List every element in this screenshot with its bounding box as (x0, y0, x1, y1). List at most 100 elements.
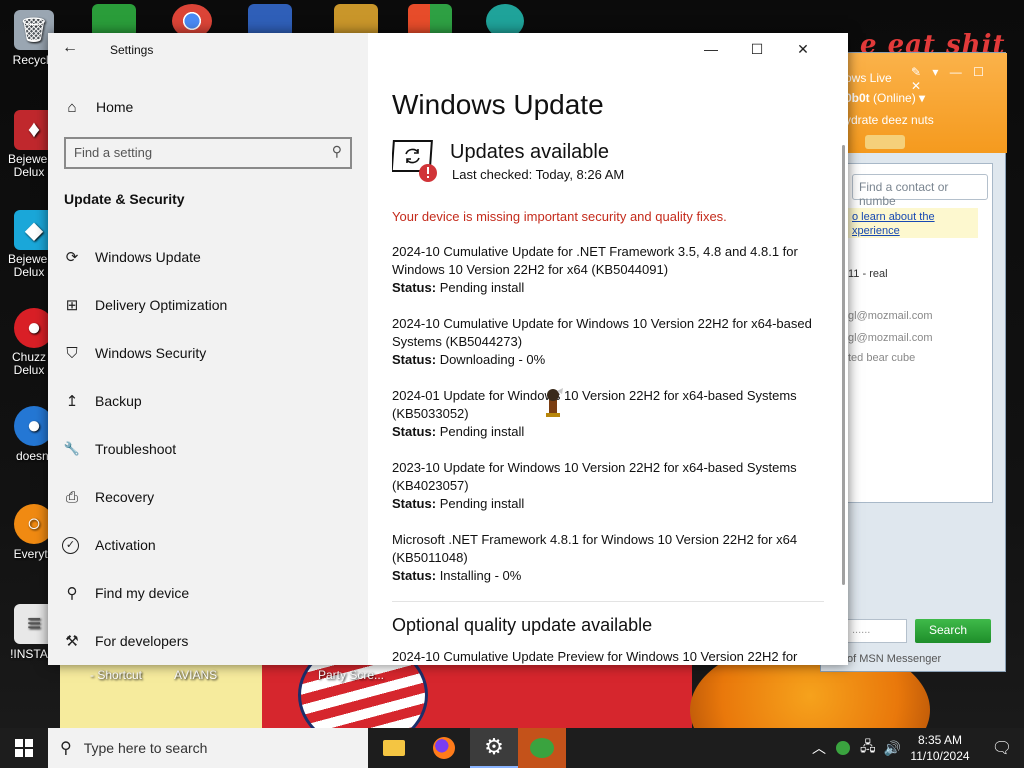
msn-title: ows Live (845, 71, 892, 85)
sidebar-item-label: Recovery (95, 489, 155, 505)
settings-sidebar: ← Settings ⌂ Home Find a setting ⚲ Updat… (48, 33, 368, 665)
cursor-character-icon (546, 388, 563, 417)
optional-update-item: 2024-10 Cumulative Update Preview for Wi… (392, 649, 798, 664)
status-value: Downloading - 0% (439, 352, 546, 367)
msn-online-status: (Online) (873, 91, 916, 105)
desktop-icon-label[interactable]: Party Scre... (318, 668, 384, 682)
msn-web-search-input[interactable]: ...... (847, 619, 907, 643)
folder-icon (383, 740, 405, 756)
msn-banner-line[interactable]: o learn about the (852, 210, 974, 224)
system-tray: ︿ 🖧 🔊 (812, 728, 901, 768)
status-value: Pending install (439, 496, 525, 511)
recovery-icon: ⎙ (65, 488, 78, 506)
nav-home[interactable]: ⌂ Home (62, 93, 133, 121)
taskbar-search-placeholder: Type here to search (83, 740, 208, 756)
update-title: 2024-01 Update for Windows 10 Version 22… (392, 388, 797, 421)
update-status: Status: Downloading - 0% (392, 351, 812, 369)
section-heading: Update & Security (64, 191, 185, 207)
desktop-icon-label[interactable]: - Shortcut (90, 668, 142, 682)
sidebar-item-for-developers[interactable]: ⚒ For developers (62, 625, 188, 657)
msn-footer: of MSN Messenger (847, 653, 942, 665)
update-title: Microsoft .NET Framework 4.8.1 for Windo… (392, 532, 798, 565)
close-button[interactable]: ✕ (780, 37, 826, 61)
notification-icon[interactable]: 🗨 (980, 728, 1024, 768)
msn-contact[interactable]: gl@mozmail.com (848, 332, 933, 344)
sidebar-item-activation[interactable]: ✓ Activation (62, 529, 156, 561)
update-item: 2023-10 Update for Windows 10 Version 22… (392, 459, 812, 513)
wrench-icon: 🔧 (63, 441, 81, 456)
status-label: Status: (392, 424, 437, 439)
msn-toolbar-icons[interactable] (865, 135, 905, 149)
sidebar-item-windows-security[interactable]: ⛉ Windows Security (62, 337, 206, 369)
update-item: Microsoft .NET Framework 4.8.1 for Windo… (392, 531, 812, 585)
update-status: Status: Installing - 0% (392, 567, 812, 585)
sidebar-item-troubleshoot[interactable]: 🔧 Troubleshoot (62, 433, 176, 465)
find-setting-placeholder: Find a setting (74, 145, 153, 160)
msn-contact[interactable]: ted bear cube (848, 352, 915, 364)
settings-window[interactable]: ← Settings ⌂ Home Find a setting ⚲ Updat… (48, 33, 848, 665)
update-item: 2024-10 Cumulative Update for .NET Frame… (392, 243, 812, 297)
status-label: Status: (392, 352, 437, 367)
sidebar-item-backup[interactable]: ↥ Backup (62, 385, 142, 417)
msn-banner-line[interactable]: xperience (852, 224, 974, 238)
status-value: Pending install (439, 280, 525, 295)
msn-name-text: 0b0t (845, 91, 870, 105)
messenger-tray-icon[interactable] (836, 741, 850, 755)
chevron-up-icon[interactable]: ︿ (812, 738, 826, 758)
sidebar-item-label: Activation (95, 537, 156, 553)
msn-contact-search[interactable]: Find a contact or numbe (852, 174, 988, 208)
person-locate-icon: ⚲ (66, 585, 78, 602)
search-icon: ⚲ (331, 143, 342, 159)
page-title: Windows Update (392, 89, 604, 120)
maximize-button[interactable]: ☐ (734, 37, 780, 61)
status-value: Installing - 0% (439, 568, 522, 583)
msn-window-buttons[interactable]: ✎ ▾ — ☐ ✕ (911, 65, 1007, 93)
msn-display-name[interactable]: 0b0t (Online) ▾ (845, 91, 925, 105)
update-alert-icon (392, 140, 437, 182)
volume-icon[interactable]: 🔊 (884, 740, 901, 757)
msn-info-banner[interactable]: o learn about the xperience (848, 208, 978, 238)
back-arrow-icon[interactable]: ← (62, 39, 86, 59)
update-status: Status: Pending install (392, 279, 812, 297)
section-divider (392, 601, 824, 602)
sidebar-item-delivery-optimization[interactable]: ⊞ Delivery Optimization (62, 289, 228, 321)
msn-contact[interactable]: gl@mozmail.com (848, 310, 933, 322)
msn-contact-list[interactable]: Find a contact or numbe o learn about th… (847, 163, 993, 503)
sidebar-item-recovery[interactable]: ⎙ Recovery (62, 481, 154, 513)
taskbar-file-explorer[interactable] (370, 728, 418, 768)
sidebar-item-label: Find my device (95, 585, 190, 601)
sidebar-item-label: Delivery Optimization (95, 297, 228, 313)
shield-icon: ⛉ (66, 344, 78, 362)
taskbar-msn-messenger[interactable] (518, 728, 566, 768)
msn-search-button[interactable]: Search (915, 619, 991, 643)
scrollbar[interactable] (842, 145, 845, 585)
update-status: Status: Pending install (392, 495, 812, 513)
taskbar-search-box[interactable]: ⚲ Type here to search (48, 728, 368, 768)
home-icon: ⌂ (67, 98, 77, 116)
minimize-button[interactable]: — (688, 37, 734, 61)
updates-available-heading: Updates available (450, 141, 609, 163)
update-status: Status: Pending install (392, 423, 812, 441)
msn-personal-message[interactable]: ydrate deez nuts (845, 113, 934, 127)
network-icon[interactable]: 🖧 (860, 736, 876, 760)
desktop-icon-label[interactable]: AVIANS (174, 668, 217, 682)
update-title: 2024-10 Cumulative Update for Windows 10… (392, 316, 812, 349)
taskbar-clock[interactable]: 8:35 AM 11/10/2024 (902, 732, 978, 764)
refresh-icon: ⟳ (65, 249, 79, 266)
delivery-icon: ⊞ (65, 297, 79, 314)
find-setting-input[interactable]: Find a setting ⚲ (64, 137, 352, 169)
app-title: Settings (110, 43, 154, 57)
sidebar-item-windows-update[interactable]: ⟳ Windows Update (62, 241, 201, 273)
sidebar-item-find-my-device[interactable]: ⚲ Find my device (62, 577, 190, 609)
status-label: Status: (392, 280, 437, 295)
msn-contact-group[interactable]: 11 - real (848, 268, 888, 280)
status-value: Pending install (439, 424, 525, 439)
taskbar-firefox[interactable] (420, 728, 468, 768)
security-warning: Your device is missing important securit… (392, 209, 727, 224)
sidebar-item-label: For developers (95, 633, 189, 649)
sidebar-item-label: Backup (95, 393, 142, 409)
taskbar-settings[interactable]: ⚙ (470, 728, 518, 768)
start-button[interactable] (0, 728, 48, 768)
developer-tools-icon: ⚒ (65, 633, 79, 650)
msn-header: ows Live ✎ ▾ — ☐ ✕ 0b0t (Online) ▾ ydrat… (821, 53, 1007, 153)
